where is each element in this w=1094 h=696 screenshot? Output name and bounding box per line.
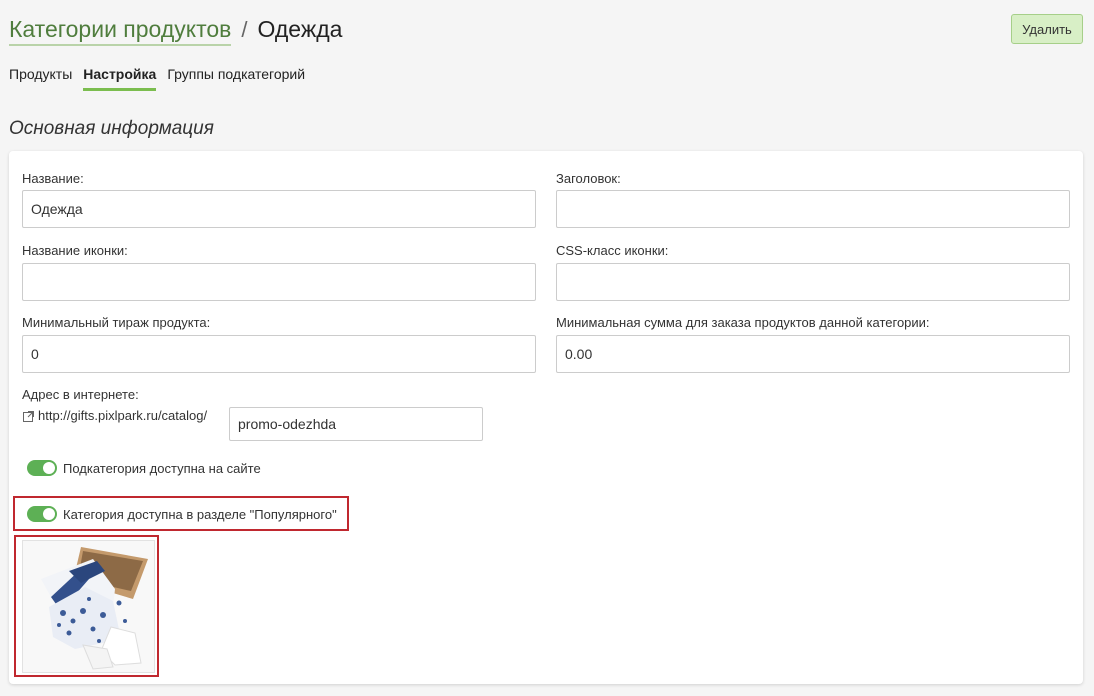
- toggle-row-popular: Категория доступна в разделе "Популярног…: [27, 506, 337, 522]
- tab-subcategory-groups[interactable]: Группы подкатегорий: [167, 66, 305, 91]
- heading-label: Заголовок:: [556, 171, 621, 186]
- popular-section-toggle[interactable]: [27, 506, 57, 522]
- available-on-site-toggle[interactable]: [27, 460, 57, 476]
- name-input[interactable]: [22, 190, 536, 228]
- min-run-input[interactable]: [22, 335, 536, 373]
- popular-section-label: Категория доступна в разделе "Популярног…: [63, 506, 337, 522]
- toggle-knob: [43, 508, 55, 520]
- breadcrumb-parent-link[interactable]: Категории продуктов: [9, 16, 232, 46]
- name-label: Название:: [22, 171, 84, 186]
- category-image[interactable]: [22, 540, 155, 673]
- icon-name-label: Название иконки:: [22, 243, 128, 258]
- icon-css-label: CSS-класс иконки:: [556, 243, 669, 258]
- toggle-knob: [43, 462, 55, 474]
- url-slug-input[interactable]: [229, 407, 483, 441]
- icon-css-input[interactable]: [556, 263, 1070, 301]
- external-link-icon[interactable]: [22, 409, 36, 423]
- url-prefix: http://gifts.pixlpark.ru/catalog/: [38, 408, 208, 423]
- icon-name-input[interactable]: [22, 263, 536, 301]
- available-on-site-label: Подкатегория доступна на сайте: [63, 460, 261, 476]
- tab-bar: Продукты Настройка Группы подкатегорий: [9, 66, 305, 91]
- section-title: Основная информация: [9, 118, 214, 139]
- min-sum-input[interactable]: [556, 335, 1070, 373]
- shirt-illustration: [41, 547, 148, 670]
- min-sum-label: Минимальная сумма для заказа продуктов д…: [556, 315, 930, 330]
- tab-settings[interactable]: Настройка: [83, 66, 157, 91]
- delete-button[interactable]: Удалить: [1011, 14, 1083, 44]
- tab-products[interactable]: Продукты: [9, 66, 72, 91]
- url-row: http://gifts.pixlpark.ru/catalog/: [22, 408, 207, 423]
- url-label: Адрес в интернете:: [22, 387, 139, 402]
- breadcrumb-separator: /: [241, 17, 248, 42]
- page-title: Одежда: [257, 16, 343, 42]
- min-run-label: Минимальный тираж продукта:: [22, 315, 211, 330]
- heading-input[interactable]: [556, 190, 1070, 228]
- breadcrumb: Категории продуктов / Одежда: [9, 16, 342, 48]
- toggle-row-available: Подкатегория доступна на сайте: [27, 460, 261, 476]
- settings-card: Название: Заголовок: Название иконки: CS…: [9, 151, 1083, 684]
